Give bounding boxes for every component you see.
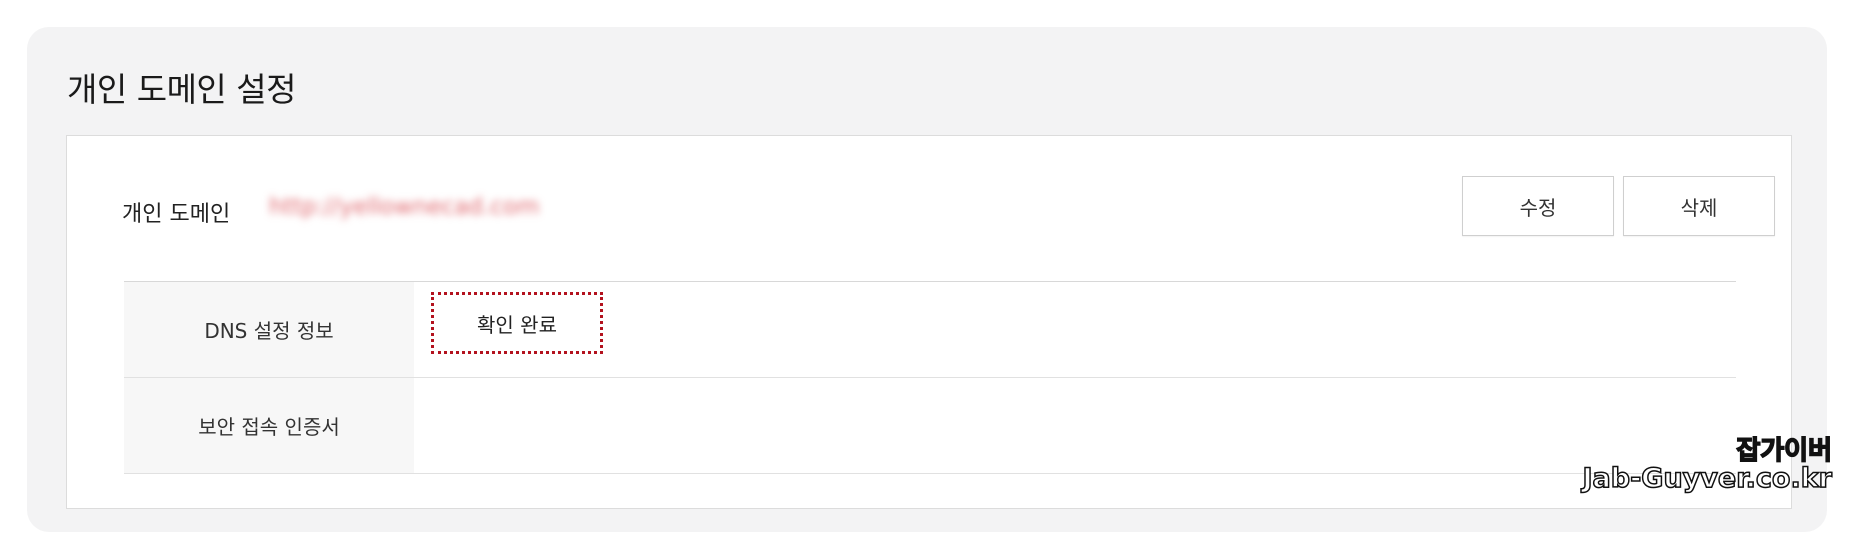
edit-button[interactable]: 수정 — [1462, 176, 1614, 236]
domain-info-table: DNS 설정 정보 확인 완료 보안 접속 인증서 — [124, 281, 1736, 474]
dns-settings-cell: 확인 완료 — [414, 282, 1736, 377]
delete-button[interactable]: 삭제 — [1623, 176, 1775, 236]
domain-url: http://yellownecad.com — [269, 194, 540, 220]
table-row-dns: DNS 설정 정보 확인 완료 — [124, 282, 1736, 378]
ssl-certificate-cell — [414, 378, 1736, 473]
ssl-certificate-label: 보안 접속 인증서 — [124, 378, 414, 473]
watermark-url: Jab-Guyver.co.kr — [1582, 463, 1833, 495]
domain-label: 개인 도메인 — [122, 202, 231, 227]
personal-domain-panel: 개인 도메인 설정 개인 도메인 http://yellownecad.com … — [27, 27, 1827, 532]
dns-settings-label: DNS 설정 정보 — [124, 282, 414, 377]
watermark-korean: 잡가이버 — [1736, 436, 1833, 466]
watermark: 잡가이버 Jab-Guyver.co.kr — [1582, 436, 1833, 495]
table-row-ssl: 보안 접속 인증서 — [124, 378, 1736, 474]
domain-card: 개인 도메인 http://yellownecad.com 수정 삭제 DNS … — [66, 135, 1792, 509]
section-title: 개인 도메인 설정 — [67, 70, 297, 109]
dns-status-badge: 확인 완료 — [431, 292, 603, 354]
